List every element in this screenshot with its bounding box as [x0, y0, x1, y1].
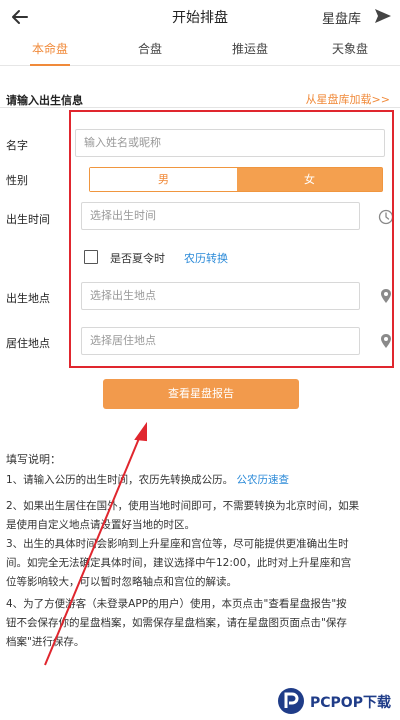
tab-progression[interactable]: 推运盘: [200, 34, 300, 66]
watermark-p-icon: [278, 688, 304, 714]
note-item-3-line-3: 位等影响较大，可以暂时忽略轴点和宫位的解读。: [6, 576, 237, 588]
section-divider: [0, 107, 400, 108]
note-item-3-line-2: 间。如完全无法确定具体时间，建议选择中午12:00，此时对上升星座和宫: [6, 557, 352, 569]
birth-time-label: 出生时间: [6, 213, 50, 226]
tab-transit[interactable]: 天象盘: [300, 34, 400, 66]
tab-natal[interactable]: 本命盘: [0, 34, 100, 66]
note-item-3-line-1: 3、出生的具体时间会影响到上升星座和宫位等，尽可能提供更准确出生时: [6, 538, 349, 550]
gender-label: 性别: [6, 174, 28, 187]
watermark-logo: PCPOP下载: [276, 684, 400, 720]
note-item-4-line-3: 档案"进行保存。: [6, 636, 85, 648]
note-item-2-line-1: 2、如果出生居住在国外，使用当地时间即可，不需要转换为北京时间，如果: [6, 500, 360, 512]
note-item-4-line-2: 钮不会保存你的星盘档案，如需保存星盘档案，请在星盘图页面点击"保存: [6, 617, 347, 629]
birth-place-label: 出生地点: [6, 292, 50, 305]
view-chart-report-button[interactable]: 查看星盘报告: [103, 379, 299, 409]
notes-title: 填写说明：: [6, 453, 61, 466]
note-item-4-line-1: 4、为了方便游客（未登录APP的用户）使用，本页点击"查看星盘报告"按: [6, 598, 347, 610]
note-item-2-line-2: 是使用自定义地点请设置好当地的时区。: [6, 519, 195, 531]
chart-type-tabs: 本命盘 合盘 推运盘 天象盘: [0, 34, 400, 66]
watermark-text: PCPOP下载: [310, 695, 391, 711]
app-header: 开始排盘 星盘库: [0, 0, 400, 34]
name-label: 名字: [6, 139, 28, 152]
note-item-3: 3、出生的具体时间会影响到上升星座和宫位等，尽可能提供更准确出生时 间。如完全无…: [6, 535, 396, 592]
send-icon[interactable]: [374, 8, 392, 24]
active-tab-indicator: [30, 64, 70, 66]
load-from-library-link[interactable]: 从星盘库加载>>: [306, 91, 390, 107]
chart-library-link[interactable]: 星盘库: [322, 8, 361, 27]
note-item-1-text: 1、请输入公历的出生时间，农历先转换成公历。: [6, 474, 234, 486]
note-item-1: 1、请输入公历的出生时间，农历先转换成公历。 公农历速查: [6, 471, 396, 490]
lunar-lookup-link[interactable]: 公农历速查: [237, 474, 290, 486]
residence-label: 居住地点: [6, 337, 50, 350]
note-item-4: 4、为了方便游客（未登录APP的用户）使用，本页点击"查看星盘报告"按 钮不会保…: [6, 595, 396, 652]
form-section-title: 请输入出生信息: [6, 94, 83, 107]
tab-synastry[interactable]: 合盘: [100, 34, 200, 66]
note-item-2: 2、如果出生居住在国外，使用当地时间即可，不需要转换为北京时间，如果 是使用自定…: [6, 497, 396, 535]
annotation-highlight-box: [69, 110, 394, 368]
